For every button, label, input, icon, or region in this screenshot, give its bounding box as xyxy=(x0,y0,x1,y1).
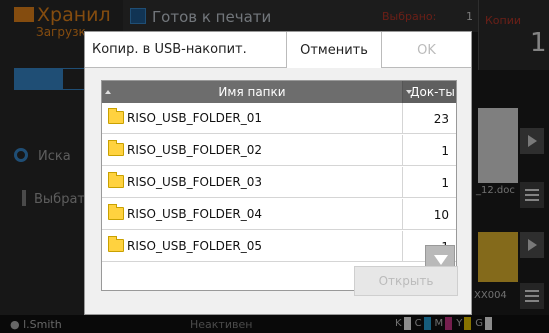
doc-count: 10 xyxy=(402,199,456,230)
folder-name: RISO_USB_FOLDER_03 xyxy=(127,175,263,189)
folder-name: RISO_USB_FOLDER_02 xyxy=(127,143,263,157)
folder-icon xyxy=(108,172,124,188)
folder-icon xyxy=(108,236,124,252)
folder-name: RISO_USB_FOLDER_04 xyxy=(127,207,263,221)
cancel-button[interactable]: Отменить xyxy=(286,32,382,68)
folder-name: RISO_USB_FOLDER_05 xyxy=(127,239,263,253)
table-row[interactable]: RISO_USB_FOLDER_02 1 xyxy=(102,135,456,166)
sort-asc-icon xyxy=(105,90,111,94)
folder-icon xyxy=(108,108,124,124)
column-header-docs[interactable]: Док-ты xyxy=(402,81,456,103)
table-row[interactable]: RISO_USB_FOLDER_04 10 xyxy=(102,199,456,230)
table-row[interactable]: RISO_USB_FOLDER_03 1 xyxy=(102,167,456,198)
table-header: Имя папки Док-ты xyxy=(102,81,456,103)
folder-name: RISO_USB_FOLDER_01 xyxy=(127,111,263,125)
sort-desc-icon xyxy=(406,90,412,94)
table-row[interactable]: RISO_USB_FOLDER_01 23 xyxy=(102,103,456,134)
screen: Хранил Загрузк Иска Выбрат Готов к печат… xyxy=(0,0,549,333)
dialog-title: Копир. в USB-накопит. xyxy=(92,42,247,57)
doc-count: 23 xyxy=(402,103,456,134)
dialog-header: Копир. в USB-накопит. Отменить OK xyxy=(85,32,471,68)
doc-count: 1 xyxy=(402,167,456,198)
open-button[interactable]: Открыть xyxy=(354,266,458,296)
table-row[interactable]: RISO_USB_FOLDER_051 xyxy=(102,231,456,262)
usb-copy-dialog: Копир. в USB-накопит. Отменить OK Имя па… xyxy=(84,31,472,315)
folder-icon xyxy=(108,140,124,156)
folder-table: Имя папки Док-ты RISO_USB_FOLDER_01 23 RIS… xyxy=(101,80,457,291)
column-header-name[interactable]: Имя папки xyxy=(102,81,402,103)
doc-count: 1 xyxy=(402,135,456,166)
folder-icon xyxy=(108,204,124,220)
ok-button[interactable]: OK xyxy=(382,32,471,68)
